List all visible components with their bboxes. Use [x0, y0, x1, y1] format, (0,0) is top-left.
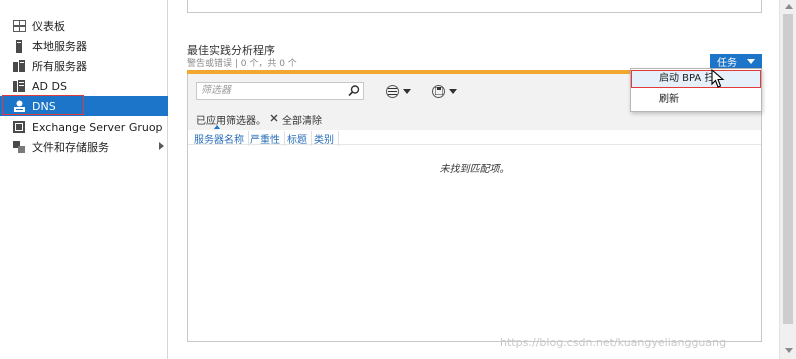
sidebar-item-file-storage[interactable]: 文件和存储服务 — [0, 137, 168, 157]
sidebar-item-label: 本地服务器 — [32, 40, 87, 53]
sidebar-item-ad-ds[interactable]: AD DS — [0, 76, 168, 96]
main-content: 最佳实践分析程序 警告或错误 | 0 个，共 0 个 任务 筛选器 已应用筛选器… — [169, 0, 779, 359]
filter-input[interactable]: 筛选器 — [196, 82, 364, 100]
expand-arrow-icon[interactable] — [159, 142, 164, 150]
column-header-title[interactable]: 标题 — [287, 131, 312, 146]
list-view-dropdown[interactable] — [386, 84, 411, 98]
chevron-down-icon — [747, 58, 755, 64]
sidebar-item-label: 文件和存储服务 — [32, 141, 109, 154]
clear-all-button[interactable]: 全部清除 — [270, 112, 322, 127]
column-header-server-name[interactable]: 服务器名称 — [194, 131, 249, 146]
sidebar-item-local-server[interactable]: 本地服务器 — [0, 36, 168, 56]
ad-ds-icon — [12, 79, 26, 93]
mouse-cursor-icon — [711, 68, 725, 89]
save-query-dropdown[interactable] — [432, 84, 457, 98]
clear-all-label: 全部清除 — [282, 116, 322, 127]
vertical-scrollbar[interactable] — [779, 0, 796, 359]
search-icon[interactable] — [347, 84, 361, 98]
watermark-text: https://blog.csdn.net/kuangyeliangguang — [500, 336, 727, 349]
bpa-subtitle: 警告或错误 | 0 个，共 0 个 — [187, 59, 297, 69]
chevron-down-icon — [449, 88, 457, 94]
sidebar-item-label: Exchange Server Gruop — [32, 120, 163, 134]
tasks-label: 任务 — [717, 57, 737, 69]
save-icon — [432, 84, 445, 98]
servers-icon — [12, 59, 26, 73]
sidebar-item-label: DNS — [32, 99, 56, 113]
dns-icon — [12, 99, 26, 113]
sidebar-item-label: 所有服务器 — [32, 60, 87, 73]
column-header-severity[interactable]: 严重性 — [250, 131, 285, 146]
scroll-up-icon[interactable] — [785, 4, 793, 9]
storage-icon — [12, 140, 26, 154]
exchange-icon — [12, 120, 26, 134]
no-match-message: 未找到匹配项。 — [439, 164, 510, 175]
sidebar-item-exchange[interactable]: Exchange Server Gruop — [0, 117, 168, 137]
scroll-down-icon[interactable] — [785, 348, 793, 353]
upper-panel-edge — [187, 0, 762, 13]
sidebar-item-label: AD DS — [32, 79, 67, 93]
column-header-category[interactable]: 类别 — [314, 131, 339, 146]
scrollbar-thumb[interactable] — [783, 14, 793, 324]
list-icon — [386, 84, 399, 98]
sidebar-item-label: 仪表板 — [32, 20, 65, 33]
bpa-panel: 筛选器 已应用筛选器。 全部清除 服务器名称 严重性 标题 类别 未找到匹配项。 — [187, 74, 762, 342]
filter-applied-text: 已应用筛选器。 — [196, 116, 266, 127]
column-headers: 服务器名称 严重性 标题 类别 — [188, 125, 761, 146]
dashboard-icon — [12, 19, 26, 33]
server-icon — [12, 39, 26, 53]
sidebar: 仪表板 本地服务器 所有服务器 AD DS DNS Exchange Serve… — [0, 0, 168, 359]
filter-placeholder: 筛选器 — [201, 85, 231, 96]
chevron-down-icon — [403, 88, 411, 94]
tasks-menu: 启动 BPA 扫 刷新 — [630, 68, 762, 112]
sidebar-item-dns[interactable]: DNS — [0, 96, 168, 116]
menu-item-start-bpa-scan[interactable]: 启动 BPA 扫 — [631, 70, 761, 88]
sort-indicator-icon — [214, 125, 220, 129]
sidebar-item-all-servers[interactable]: 所有服务器 — [0, 56, 168, 76]
sidebar-item-dashboard[interactable]: 仪表板 — [0, 16, 168, 36]
close-icon — [270, 114, 278, 125]
tasks-button[interactable]: 任务 — [710, 54, 762, 69]
menu-item-refresh[interactable]: 刷新 — [631, 91, 761, 109]
